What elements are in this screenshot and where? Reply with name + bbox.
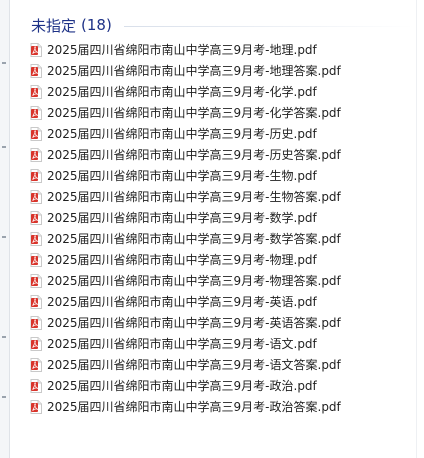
file-item[interactable]: 2025届四川省绵阳市南山中学高三9月考-化学.pdf — [30, 81, 410, 102]
file-name: 2025届四川省绵阳市南山中学高三9月考-地理.pdf — [47, 43, 317, 57]
pane-marker — [2, 336, 6, 338]
right-pane-edge — [416, 0, 424, 458]
file-list: 2025届四川省绵阳市南山中学高三9月考-地理.pdf 2025届四川省绵阳市南… — [30, 39, 410, 417]
pdf-icon — [30, 294, 42, 309]
pdf-icon — [30, 273, 42, 288]
file-item[interactable]: 2025届四川省绵阳市南山中学高三9月考-数学.pdf — [30, 207, 410, 228]
file-name: 2025届四川省绵阳市南山中学高三9月考-历史.pdf — [47, 127, 317, 141]
pdf-icon — [30, 399, 42, 414]
pdf-icon — [30, 357, 42, 372]
file-item[interactable]: 2025届四川省绵阳市南山中学高三9月考-英语答案.pdf — [30, 312, 410, 333]
file-item[interactable]: 2025届四川省绵阳市南山中学高三9月考-语文答案.pdf — [30, 354, 410, 375]
file-item[interactable]: 2025届四川省绵阳市南山中学高三9月考-物理答案.pdf — [30, 270, 410, 291]
pdf-icon — [30, 105, 42, 120]
file-name: 2025届四川省绵阳市南山中学高三9月考-政治答案.pdf — [47, 400, 341, 414]
pdf-icon — [30, 336, 42, 351]
file-item[interactable]: 2025届四川省绵阳市南山中学高三9月考-化学答案.pdf — [30, 102, 410, 123]
file-name: 2025届四川省绵阳市南山中学高三9月考-物理.pdf — [47, 253, 317, 267]
file-item[interactable]: 2025届四川省绵阳市南山中学高三9月考-语文.pdf — [30, 333, 410, 354]
file-name: 2025届四川省绵阳市南山中学高三9月考-物理答案.pdf — [47, 274, 341, 288]
pdf-icon — [30, 210, 42, 225]
pdf-icon — [30, 378, 42, 393]
pdf-icon — [30, 63, 42, 78]
group-title: 未指定 — [31, 16, 77, 35]
file-name: 2025届四川省绵阳市南山中学高三9月考-英语.pdf — [47, 295, 317, 309]
file-name: 2025届四川省绵阳市南山中学高三9月考-生物答案.pdf — [47, 190, 341, 204]
file-item[interactable]: 2025届四川省绵阳市南山中学高三9月考-地理答案.pdf — [30, 60, 410, 81]
file-item[interactable]: 2025届四川省绵阳市南山中学高三9月考-历史.pdf — [30, 123, 410, 144]
file-name: 2025届四川省绵阳市南山中学高三9月考-政治.pdf — [47, 379, 317, 393]
file-name: 2025届四川省绵阳市南山中学高三9月考-数学.pdf — [47, 211, 317, 225]
file-item[interactable]: 2025届四川省绵阳市南山中学高三9月考-政治答案.pdf — [30, 396, 410, 417]
file-name: 2025届四川省绵阳市南山中学高三9月考-语文.pdf — [47, 337, 317, 351]
group-header-unspecified[interactable]: 未指定 (18) — [31, 14, 112, 36]
file-name: 2025届四川省绵阳市南山中学高三9月考-数学答案.pdf — [47, 232, 341, 246]
pdf-icon — [30, 252, 42, 267]
file-name: 2025届四川省绵阳市南山中学高三9月考-英语答案.pdf — [47, 316, 341, 330]
file-item[interactable]: 2025届四川省绵阳市南山中学高三9月考-历史答案.pdf — [30, 144, 410, 165]
file-item[interactable]: 2025届四川省绵阳市南山中学高三9月考-数学答案.pdf — [30, 228, 410, 249]
file-name: 2025届四川省绵阳市南山中学高三9月考-历史答案.pdf — [47, 148, 341, 162]
file-item[interactable]: 2025届四川省绵阳市南山中学高三9月考-英语.pdf — [30, 291, 410, 312]
file-name: 2025届四川省绵阳市南山中学高三9月考-化学答案.pdf — [47, 106, 341, 120]
group-divider — [124, 26, 414, 27]
pdf-icon — [30, 147, 42, 162]
file-list-view: 未指定 (18) 2025届四川省绵阳市南山中学高三9月考-地理.pdf 202… — [10, 0, 416, 458]
file-item[interactable]: 2025届四川省绵阳市南山中学高三9月考-生物答案.pdf — [30, 186, 410, 207]
file-item[interactable]: 2025届四川省绵阳市南山中学高三9月考-物理.pdf — [30, 249, 410, 270]
file-item[interactable]: 2025届四川省绵阳市南山中学高三9月考-地理.pdf — [30, 39, 410, 60]
pdf-icon — [30, 315, 42, 330]
file-name: 2025届四川省绵阳市南山中学高三9月考-语文答案.pdf — [47, 358, 341, 372]
pane-marker — [2, 236, 6, 238]
file-name: 2025届四川省绵阳市南山中学高三9月考-生物.pdf — [47, 169, 317, 183]
left-pane-edge — [0, 0, 10, 458]
pdf-icon — [30, 231, 42, 246]
pdf-icon — [30, 42, 42, 57]
pane-marker — [2, 62, 6, 64]
pane-marker — [2, 146, 6, 148]
pdf-icon — [30, 126, 42, 141]
group-count: (18) — [81, 16, 112, 34]
pdf-icon — [30, 189, 42, 204]
pdf-icon — [30, 84, 42, 99]
pdf-icon — [30, 168, 42, 183]
pane-marker — [2, 396, 6, 398]
file-name: 2025届四川省绵阳市南山中学高三9月考-地理答案.pdf — [47, 64, 341, 78]
file-item[interactable]: 2025届四川省绵阳市南山中学高三9月考-生物.pdf — [30, 165, 410, 186]
file-item[interactable]: 2025届四川省绵阳市南山中学高三9月考-政治.pdf — [30, 375, 410, 396]
file-name: 2025届四川省绵阳市南山中学高三9月考-化学.pdf — [47, 85, 317, 99]
